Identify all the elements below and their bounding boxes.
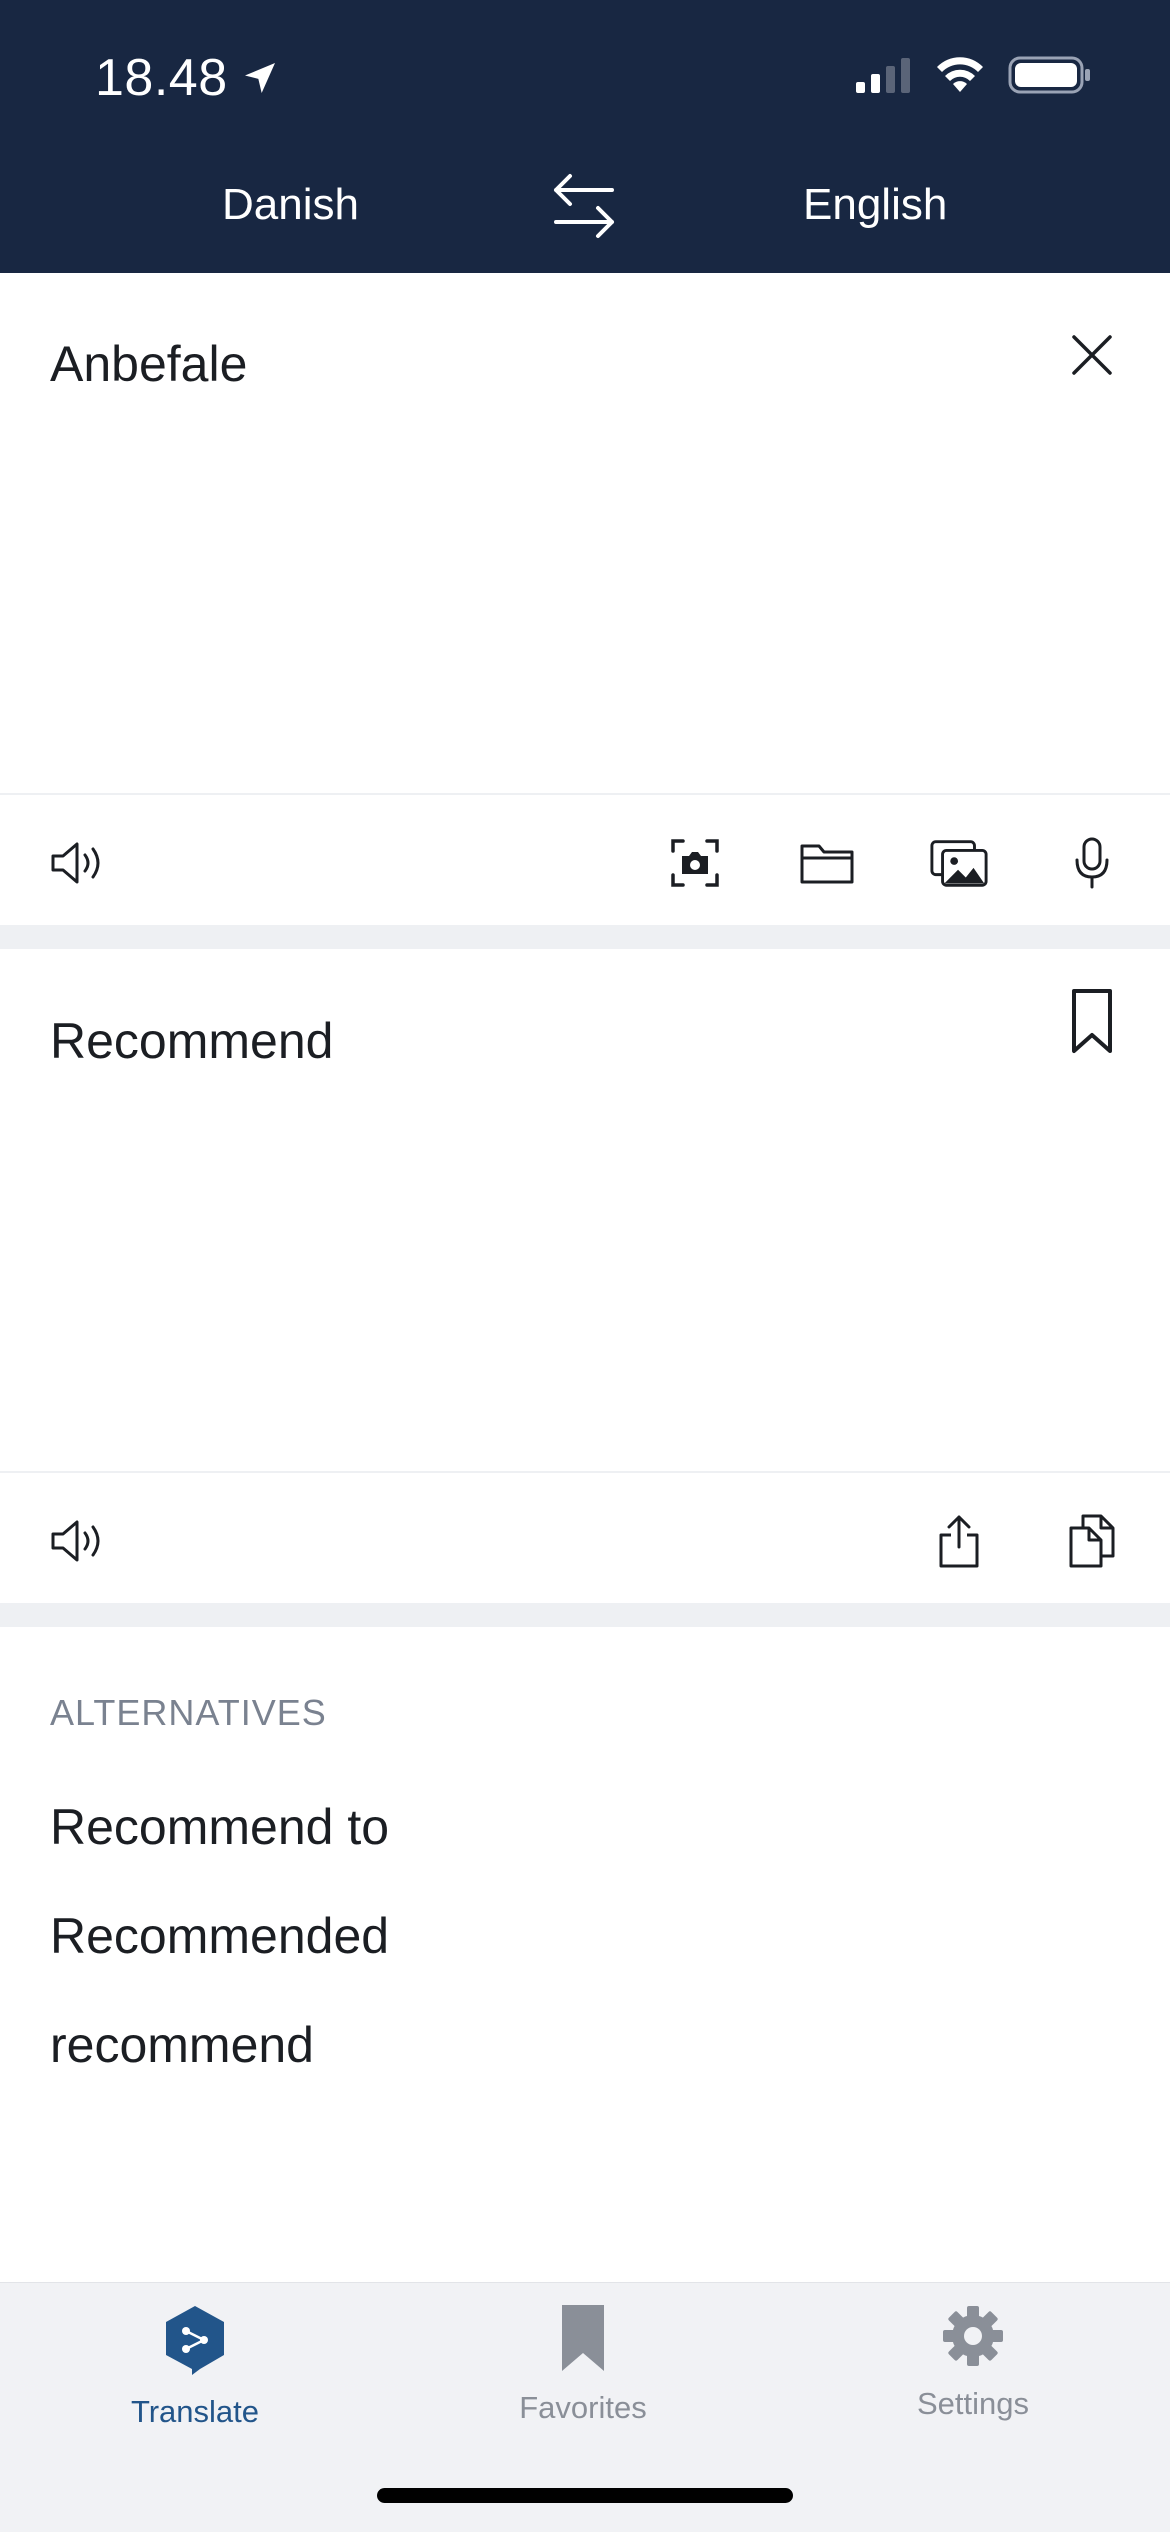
source-toolbar [0,793,1170,923]
tab-translate[interactable]: Translate [65,2303,325,2430]
status-time-text: 18.48 [95,49,228,107]
source-panel: Anbefale [0,273,1170,925]
app-header: 18.48 Danish English [0,0,1170,273]
tab-translate-label: Translate [130,2394,260,2429]
section-divider [0,1603,1170,1627]
tab-settings-label: Settings [916,2386,1029,2421]
speaker-icon [51,842,100,884]
alternatives-heading: ALTERNATIVES [50,1692,327,1733]
translate-hex-icon [166,2306,224,2375]
alternative-item[interactable]: Recommended [50,1907,389,1965]
source-text-input[interactable]: Anbefale [50,335,247,393]
target-language-selector[interactable]: English [803,180,947,230]
alternative-item[interactable]: recommend [50,2016,314,2074]
speaker-icon [51,1520,100,1562]
camera-scan-icon [671,839,719,887]
save-favorite-button[interactable] [1062,989,1122,1053]
folder-icon [800,844,854,884]
tab-favorites-label: Favorites [519,2390,647,2425]
bookmark-icon [562,2305,604,2371]
translation-speak-button[interactable] [48,1511,108,1571]
photos-icon [930,840,988,887]
gear-icon [943,2306,1003,2366]
home-indicator [377,2488,793,2503]
photo-library-button[interactable] [929,833,989,893]
status-indicators [854,55,1092,95]
close-icon [1072,335,1112,375]
bookmark-outline-icon [1072,989,1112,1053]
camera-translate-button[interactable] [665,833,725,893]
tab-favorites[interactable]: Favorites [453,2303,713,2426]
open-file-button[interactable] [797,833,857,893]
battery-icon [1008,56,1090,94]
wifi-icon [937,57,983,92]
source-speak-button[interactable] [48,833,108,893]
language-bar: Danish English [0,170,1170,245]
voice-input-button[interactable] [1062,833,1122,893]
swap-arrows-icon [554,174,614,238]
share-button[interactable] [929,1511,989,1571]
copy-icon [1069,1514,1115,1568]
location-arrow-icon [244,63,275,93]
translation-panel: Recommend [0,949,1170,1601]
share-icon [939,1515,979,1568]
status-time: 18.48 [95,48,280,108]
microphone-icon [1075,837,1109,889]
copy-button[interactable] [1062,1511,1122,1571]
clear-button[interactable] [1062,325,1122,385]
signal-icon [856,58,910,93]
translation-text: Recommend [50,1013,334,1069]
tab-settings[interactable]: Settings [843,2303,1103,2422]
swap-languages-button[interactable] [548,170,620,246]
source-language-selector[interactable]: Danish [222,180,359,230]
alternative-item[interactable]: Recommend to [50,1798,389,1856]
section-divider [0,925,1170,949]
translation-toolbar [0,1471,1170,1601]
